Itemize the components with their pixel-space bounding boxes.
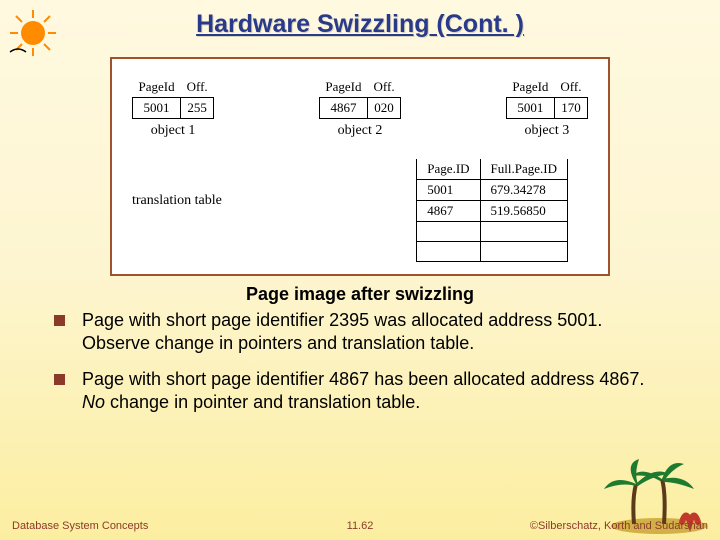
figure-panel: PageIdOff. 5001255 object 1 PageIdOff. 4… [110,57,610,276]
sun-icon [8,8,58,58]
figure-caption: Page image after swizzling [0,284,720,305]
translation-table-label: translation table [132,159,222,209]
footer-copyright: ©Silberschatz, Korth and Sudarshan [530,520,708,532]
footer: Database System Concepts 11.62 ©Silbersc… [0,520,720,532]
bullet-list: Page with short page identifier 2395 was… [78,309,670,415]
slide-number: 11.62 [347,520,374,532]
object-2: PageIdOff. 4867020 object 2 [319,77,401,139]
translation-table: Page.IDFull.Page.ID 5001679.34278 486751… [416,159,568,262]
slide-title: Hardware Swizzling (Cont. ) [0,0,720,39]
bullet-item: Page with short page identifier 2395 was… [78,309,670,356]
object-3: PageIdOff. 5001170 object 3 [506,77,588,139]
object-1: PageIdOff. 5001255 object 1 [132,77,214,139]
bullet-item: Page with short page identifier 4867 has… [78,368,670,415]
footer-left: Database System Concepts [12,520,148,532]
